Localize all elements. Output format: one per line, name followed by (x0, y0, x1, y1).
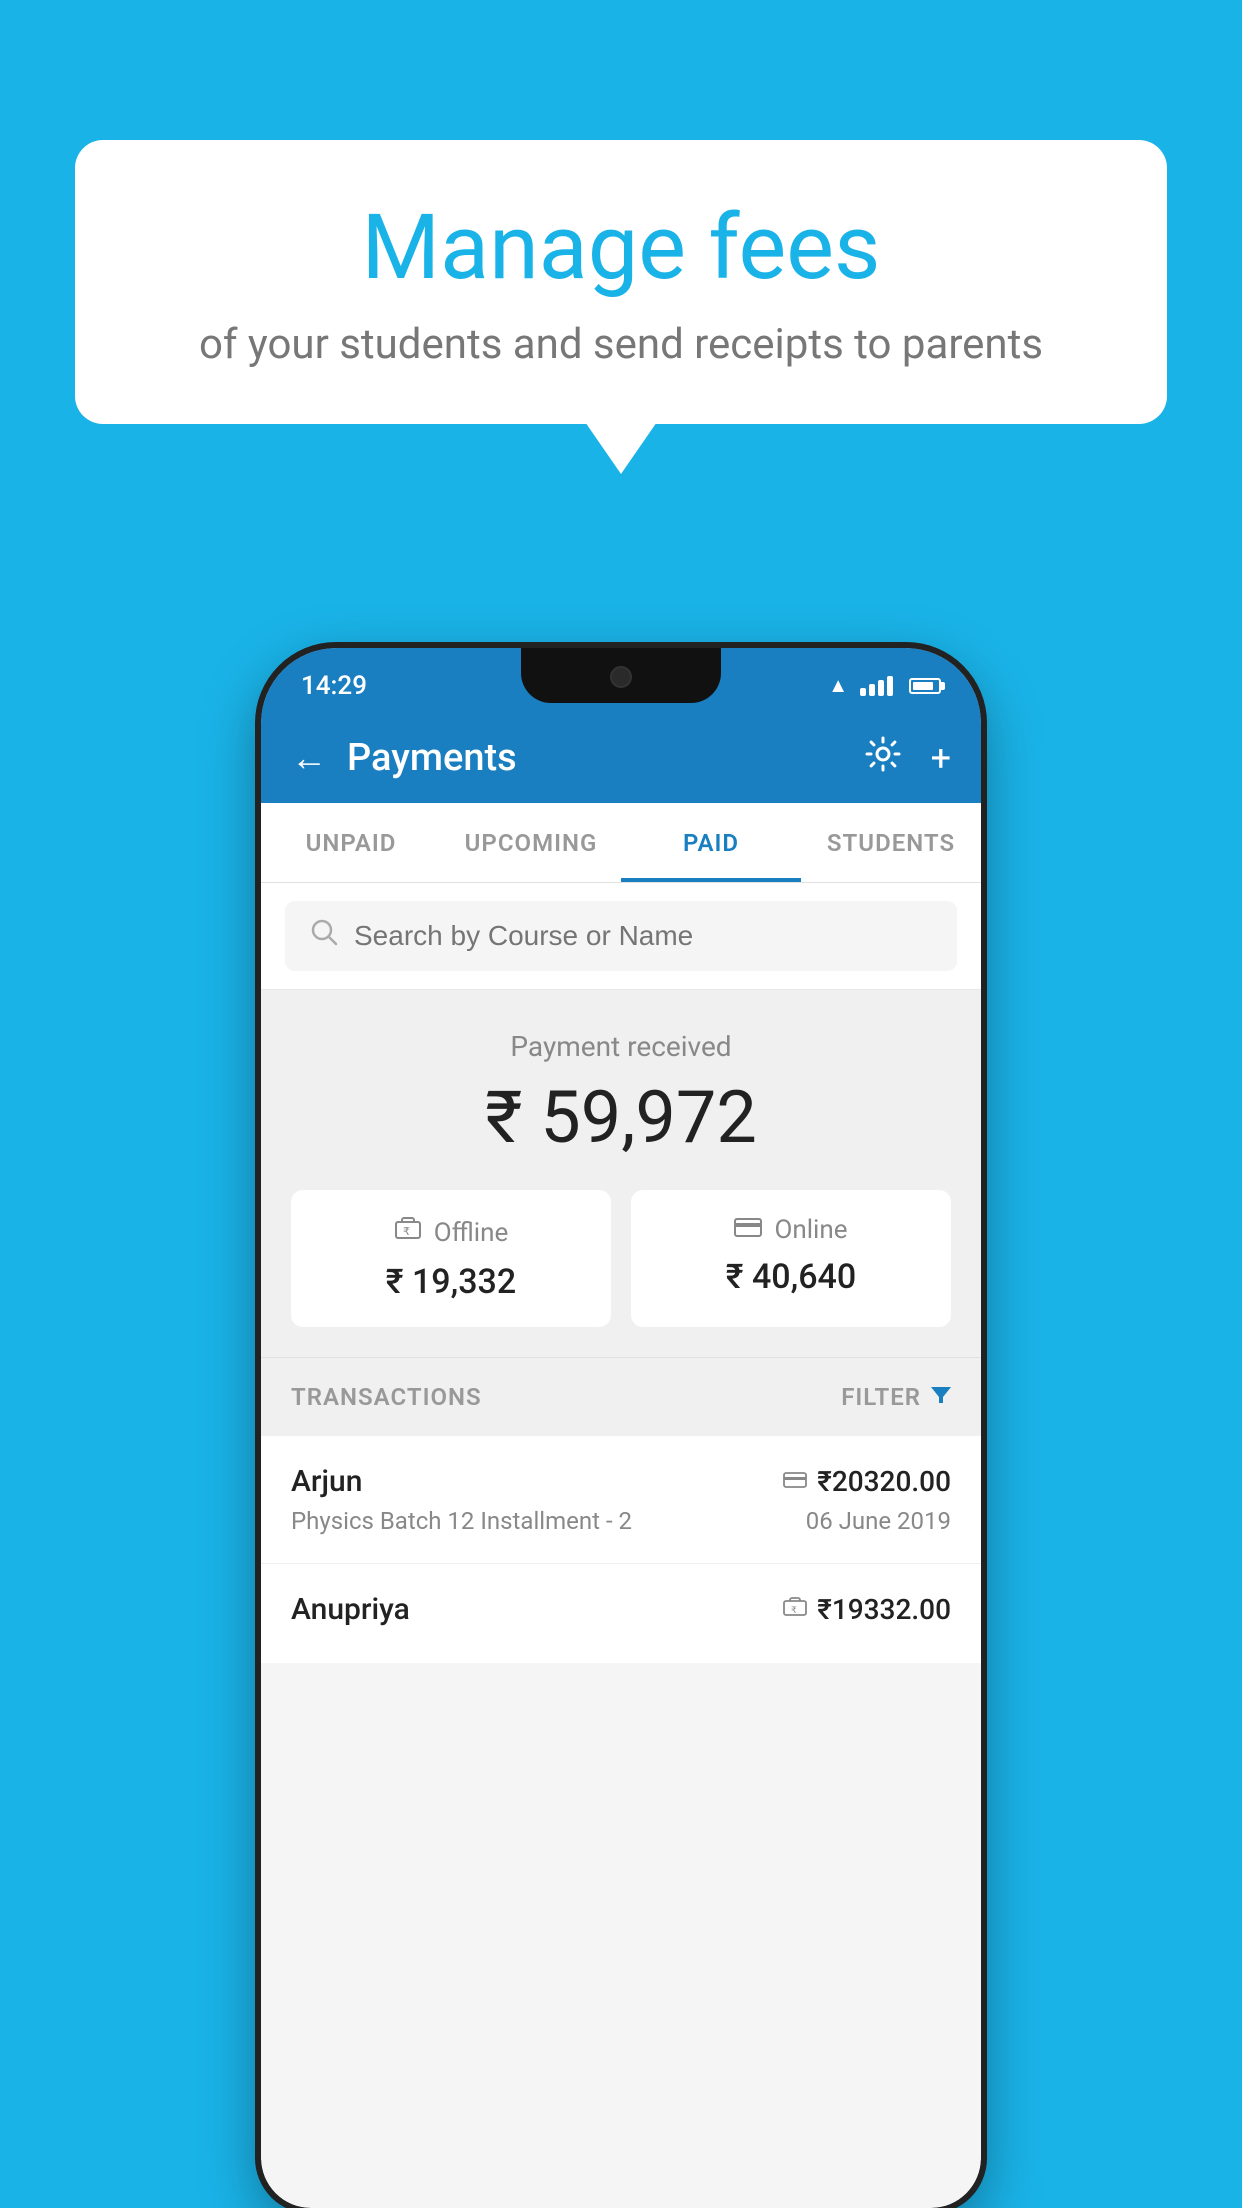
app-header: ← Payments + (261, 713, 981, 803)
offline-type-icon: ₹ (783, 1597, 807, 1623)
header-right: + (865, 736, 951, 781)
transaction-bottom: Physics Batch 12 Installment - 2 06 June… (291, 1507, 951, 1535)
payment-received-label: Payment received (291, 1030, 951, 1063)
offline-payment-card: ₹ Offline ₹ 19,332 (291, 1190, 611, 1327)
svg-text:₹: ₹ (791, 1605, 797, 1615)
search-bar[interactable] (285, 901, 957, 971)
transaction-name: Arjun (291, 1464, 362, 1499)
svg-text:₹: ₹ (403, 1226, 410, 1238)
header-title: Payments (347, 736, 517, 780)
add-button[interactable]: + (931, 737, 951, 779)
tab-students[interactable]: STUDENTS (801, 803, 981, 882)
transactions-label: TRANSACTIONS (291, 1383, 482, 1411)
signal-icon (860, 676, 893, 696)
payment-total-amount: ₹ 59,972 (291, 1075, 951, 1160)
tabs-bar: UNPAID UPCOMING PAID STUDENTS (261, 803, 981, 883)
transaction-amount-container-2: ₹ ₹19332.00 (783, 1593, 951, 1626)
wifi-icon: ▲ (828, 673, 848, 698)
offline-label: Offline (434, 1218, 509, 1248)
transaction-amount: ₹20320.00 (817, 1465, 951, 1498)
header-left: ← Payments (291, 736, 517, 780)
tab-upcoming[interactable]: UPCOMING (441, 803, 621, 882)
search-input[interactable] (354, 920, 932, 952)
transactions-header: TRANSACTIONS FILTER (261, 1357, 981, 1436)
back-button[interactable]: ← (291, 737, 327, 779)
transaction-top: Arjun ₹20320.00 (291, 1464, 951, 1499)
online-amount: ₹ 40,640 (651, 1257, 931, 1297)
search-icon (310, 918, 338, 954)
table-row[interactable]: Arjun ₹20320.00 Physics Batch 12 Install… (261, 1436, 981, 1564)
filter-icon (931, 1383, 951, 1411)
speech-bubble-title: Manage fees (145, 195, 1097, 300)
phone-screen: 14:29 ▲ ← Payments (261, 648, 981, 2208)
filter-button[interactable]: FILTER (841, 1383, 951, 1411)
tab-unpaid[interactable]: UNPAID (261, 803, 441, 882)
filter-label: FILTER (841, 1383, 921, 1411)
transaction-amount-2: ₹19332.00 (817, 1593, 951, 1626)
phone-frame: 14:29 ▲ ← Payments (261, 648, 981, 2208)
speech-bubble-subtitle: of your students and send receipts to pa… (145, 320, 1097, 369)
table-row[interactable]: Anupriya ₹ ₹19332.00 (261, 1564, 981, 1663)
offline-amount: ₹ 19,332 (311, 1262, 591, 1302)
status-icons: ▲ (828, 673, 941, 698)
transaction-date: 06 June 2019 (806, 1507, 951, 1535)
online-card-header: Online (651, 1215, 931, 1245)
transaction-top-2: Anupriya ₹ ₹19332.00 (291, 1592, 951, 1627)
notch-camera (610, 666, 632, 688)
online-label: Online (774, 1215, 847, 1245)
offline-icon: ₹ (394, 1215, 422, 1250)
status-time: 14:29 (301, 671, 367, 701)
transactions-list: Arjun ₹20320.00 Physics Batch 12 Install… (261, 1436, 981, 1663)
transaction-amount-container: ₹20320.00 (783, 1465, 951, 1498)
online-type-icon (783, 1471, 807, 1493)
online-payment-card: Online ₹ 40,640 (631, 1190, 951, 1327)
online-icon (734, 1215, 762, 1245)
phone-notch (521, 648, 721, 703)
speech-bubble-container: Manage fees of your students and send re… (75, 140, 1167, 424)
settings-button[interactable] (865, 736, 901, 781)
transaction-details: Physics Batch 12 Installment - 2 (291, 1507, 632, 1535)
battery-icon (909, 678, 941, 694)
speech-bubble: Manage fees of your students and send re… (75, 140, 1167, 424)
payment-summary: Payment received ₹ 59,972 ₹ (261, 990, 981, 1357)
tab-paid[interactable]: PAID (621, 803, 801, 882)
offline-card-header: ₹ Offline (311, 1215, 591, 1250)
transaction-name-2: Anupriya (291, 1592, 410, 1627)
search-container (261, 883, 981, 990)
payment-cards: ₹ Offline ₹ 19,332 (291, 1190, 951, 1327)
